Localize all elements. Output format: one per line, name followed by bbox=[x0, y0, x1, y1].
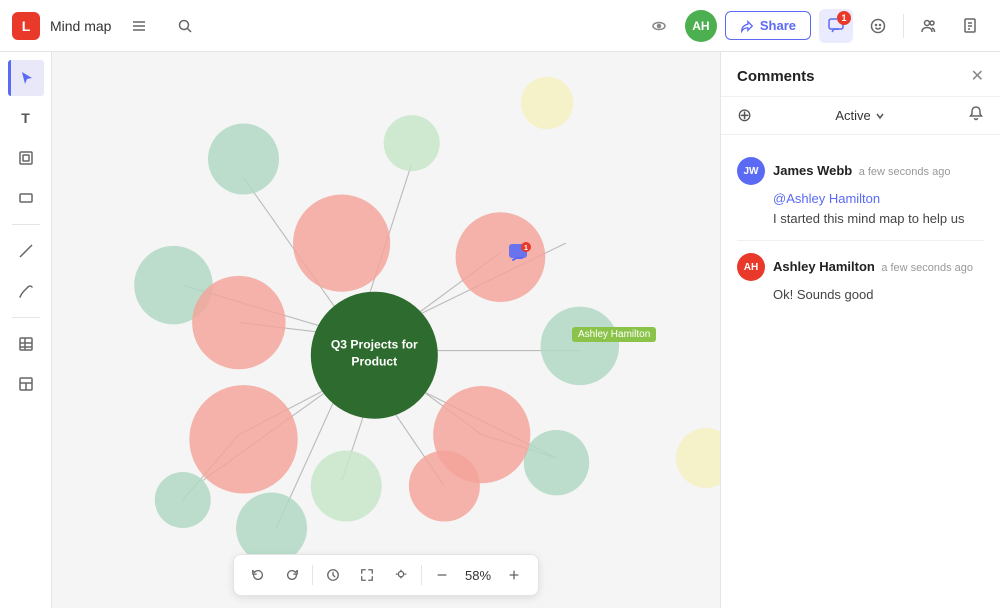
top-toolbar: L Mind map AH Share 1 bbox=[0, 0, 1000, 52]
comment-item: JW James Webb a few seconds ago @Ashley … bbox=[721, 147, 1000, 238]
comments-close-button[interactable]: ✕ bbox=[971, 66, 984, 86]
main-area: T bbox=[0, 52, 1000, 608]
comment-body-1: @Ashley Hamilton I started this mind map… bbox=[773, 189, 984, 228]
comment-text-2: Ok! Sounds good bbox=[773, 287, 873, 302]
bottom-bar: 58% bbox=[233, 554, 539, 596]
left-sidebar: T bbox=[0, 52, 52, 608]
pencil-tool[interactable] bbox=[8, 273, 44, 309]
canvas-comment-icon[interactable]: 1 bbox=[507, 242, 531, 271]
filter-label: Active bbox=[835, 108, 870, 123]
zoom-level: 58% bbox=[460, 568, 496, 583]
comment-avatar-ah: AH bbox=[737, 253, 765, 281]
notifications-button[interactable] bbox=[968, 105, 984, 126]
comment-time-2: a few seconds ago bbox=[881, 262, 973, 274]
comment-item-2: AH Ashley Hamilton a few seconds ago Ok!… bbox=[721, 243, 1000, 315]
comments-list: JW James Webb a few seconds ago @Ashley … bbox=[721, 135, 1000, 608]
layout-tool[interactable] bbox=[8, 366, 44, 402]
zoom-out-button[interactable] bbox=[426, 559, 458, 591]
svg-text:Product: Product bbox=[351, 355, 397, 369]
comment-body-2: Ok! Sounds good bbox=[773, 285, 984, 305]
comments-filter-button[interactable]: Active bbox=[835, 108, 884, 123]
comments-toggle-button[interactable]: 1 bbox=[819, 9, 853, 43]
svg-text:Q3 Projects for: Q3 Projects for bbox=[331, 338, 418, 352]
app-title: Mind map bbox=[50, 18, 111, 34]
line-tool[interactable] bbox=[8, 233, 44, 269]
app-logo: L bbox=[12, 12, 40, 40]
redo-button[interactable] bbox=[276, 559, 308, 591]
location-button[interactable] bbox=[385, 559, 417, 591]
undo-button[interactable] bbox=[242, 559, 274, 591]
users-button[interactable] bbox=[912, 9, 946, 43]
search-button[interactable] bbox=[167, 8, 203, 44]
menu-button[interactable] bbox=[121, 8, 157, 44]
share-label: Share bbox=[760, 18, 796, 33]
comments-header: Comments ✕ bbox=[721, 52, 1000, 97]
comment-mention-1: @Ashley Hamilton bbox=[773, 191, 880, 206]
comment-author-row: JW James Webb a few seconds ago bbox=[737, 157, 984, 185]
table-tool[interactable] bbox=[8, 326, 44, 362]
eye-icon[interactable] bbox=[641, 8, 677, 44]
emoji-button[interactable] bbox=[861, 9, 895, 43]
comments-title: Comments bbox=[737, 68, 815, 85]
comments-toolbar: ⊕ Active bbox=[721, 97, 1000, 135]
pages-button[interactable] bbox=[954, 9, 988, 43]
mindmap-svg: Q3 Projects for Product bbox=[52, 52, 720, 608]
comment-author-1: James Webb bbox=[773, 163, 852, 178]
rect-tool[interactable] bbox=[8, 180, 44, 216]
svg-text:1: 1 bbox=[524, 245, 528, 252]
comment-text-1: I started this mind map to help us bbox=[773, 211, 964, 226]
comment-author-2: Ashley Hamilton bbox=[773, 259, 875, 274]
canvas[interactable]: Q3 Projects for Product 1 Ashley Hamilto… bbox=[52, 52, 720, 608]
comment-avatar-jw: JW bbox=[737, 157, 765, 185]
add-comment-button[interactable]: ⊕ bbox=[737, 105, 752, 126]
frame-tool[interactable] bbox=[8, 140, 44, 176]
share-button[interactable]: Share bbox=[725, 11, 811, 40]
toolbar-right: AH Share 1 bbox=[641, 8, 988, 44]
comment-time-1: a few seconds ago bbox=[859, 166, 951, 178]
text-tool[interactable]: T bbox=[8, 100, 44, 136]
comment-badge: 1 bbox=[837, 11, 851, 25]
comments-panel: Comments ✕ ⊕ Active JW bbox=[720, 52, 1000, 608]
select-tool[interactable] bbox=[8, 60, 44, 96]
history-button[interactable] bbox=[317, 559, 349, 591]
comment-author-row-2: AH Ashley Hamilton a few seconds ago bbox=[737, 253, 984, 281]
user-avatar[interactable]: AH bbox=[685, 10, 717, 42]
fit-screen-button[interactable] bbox=[351, 559, 383, 591]
zoom-in-button[interactable] bbox=[498, 559, 530, 591]
